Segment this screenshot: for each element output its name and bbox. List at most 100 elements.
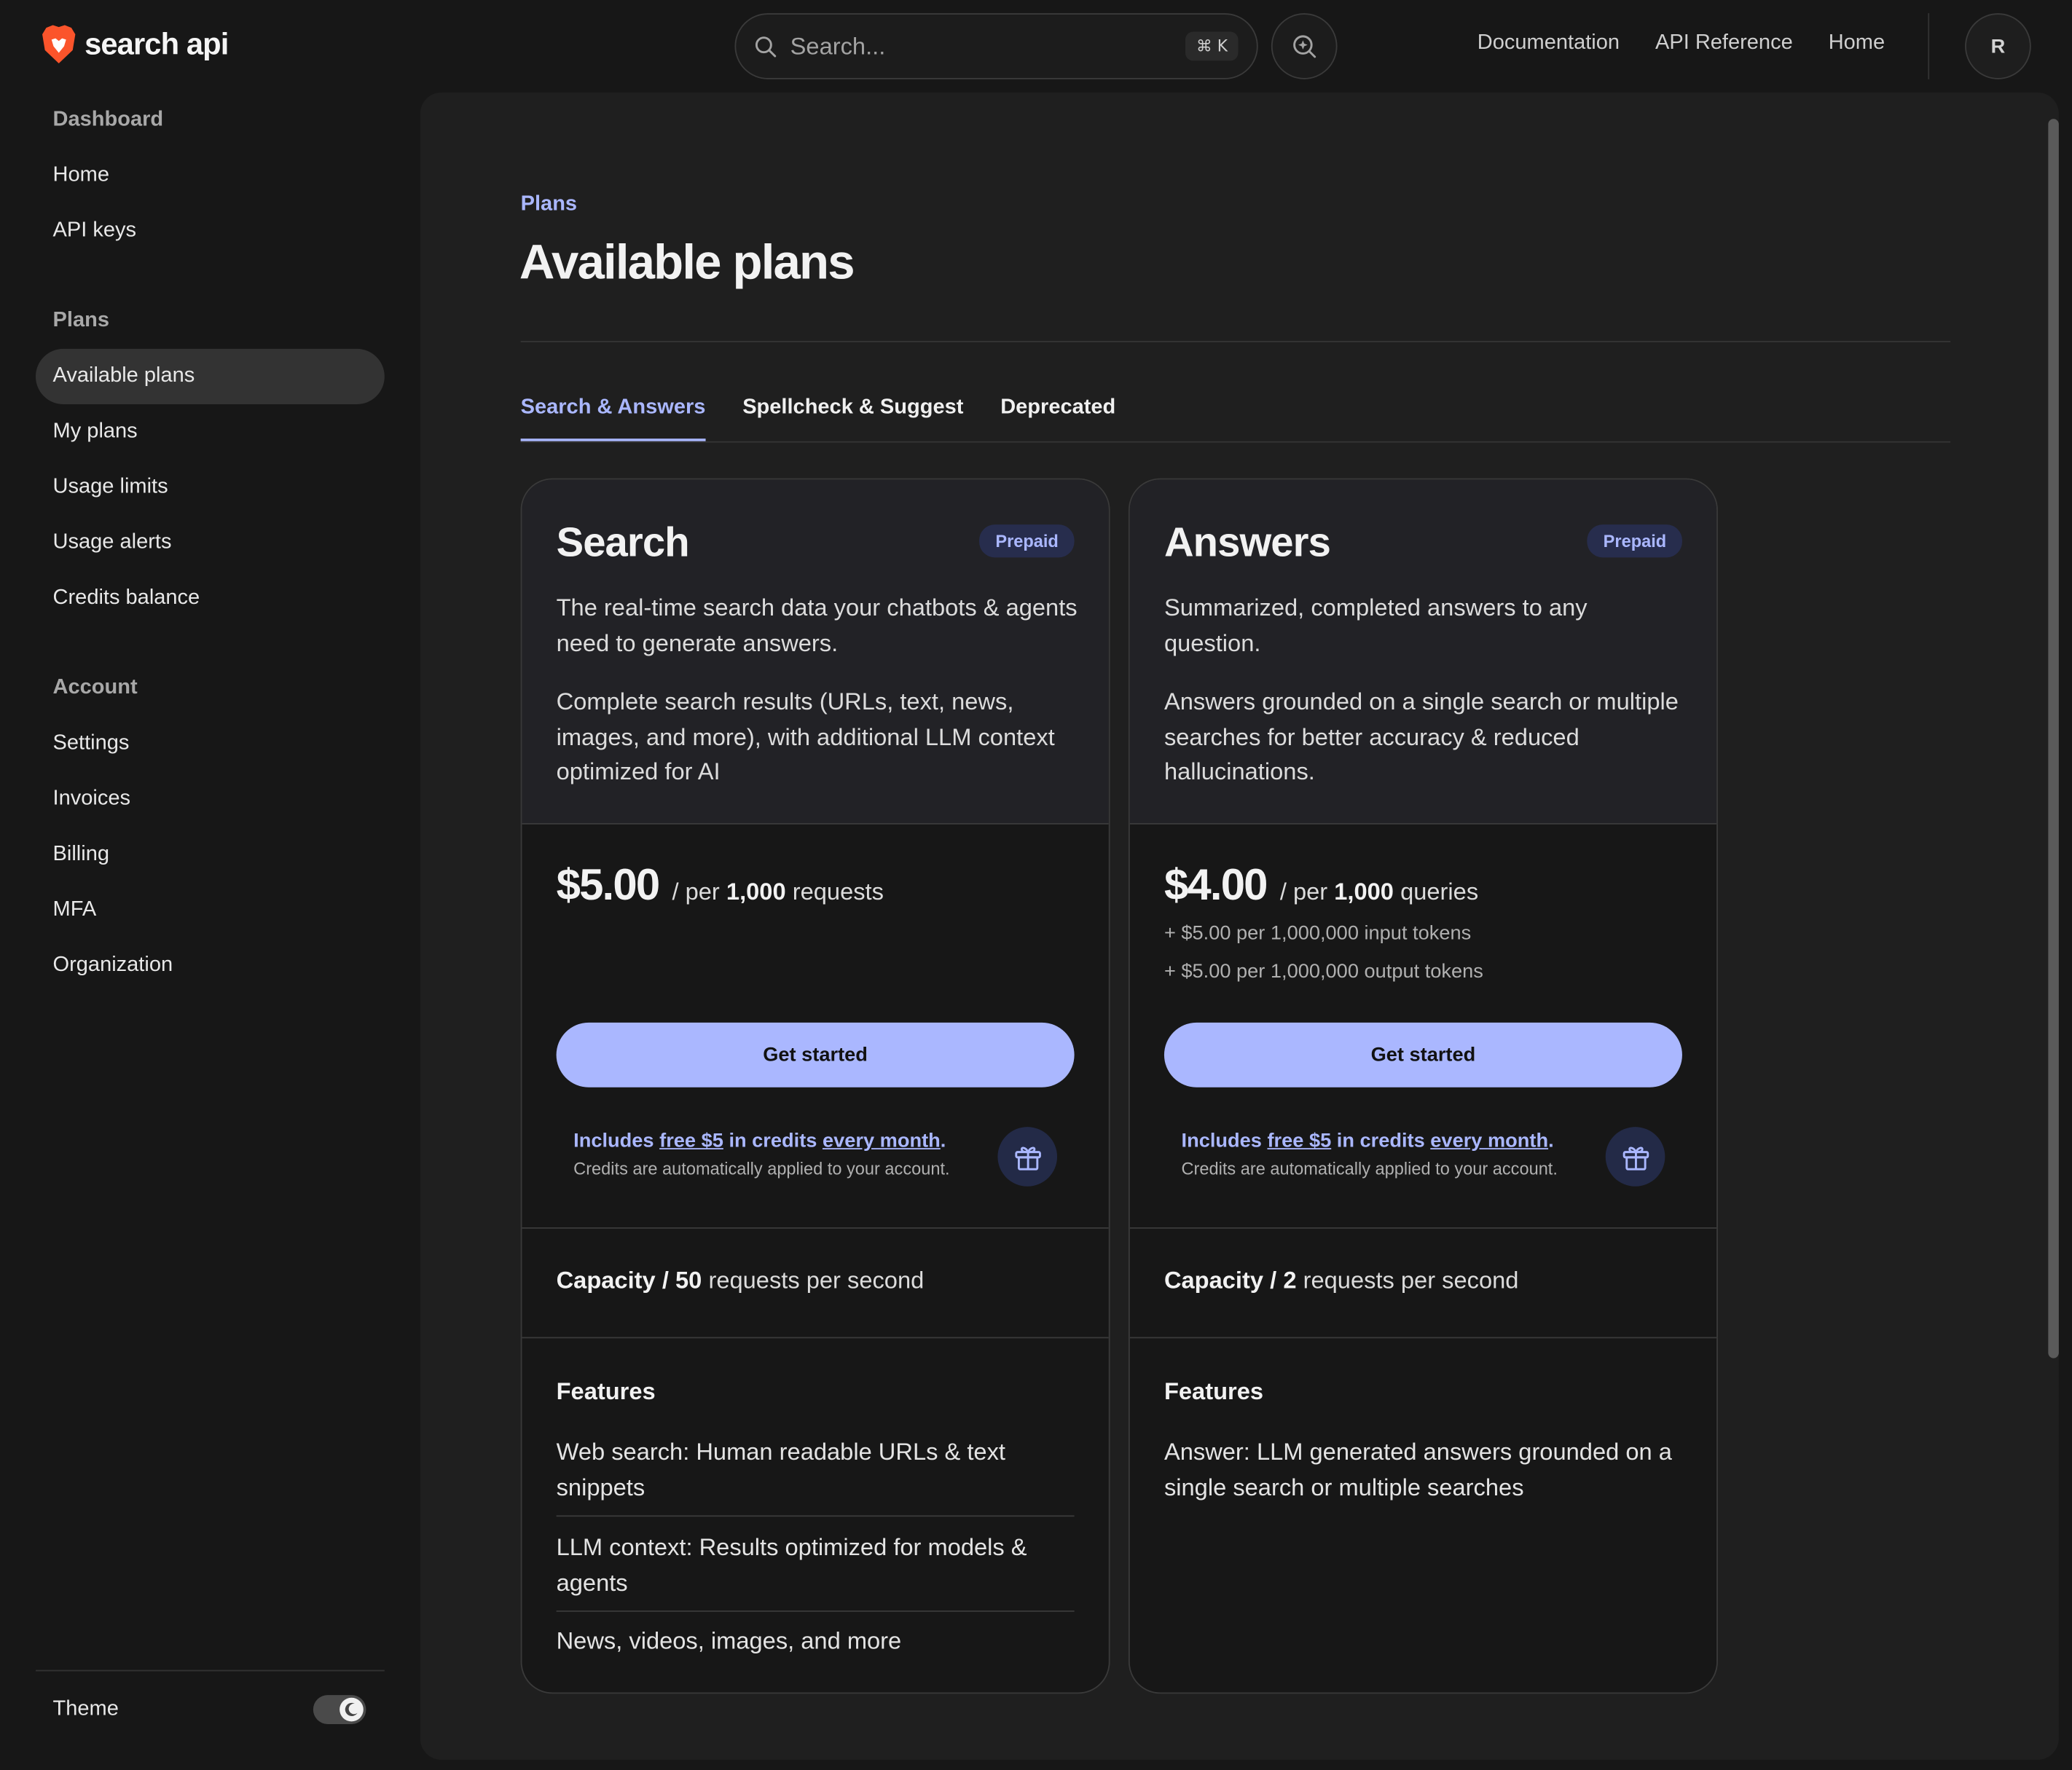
user-avatar[interactable]: R [1965,13,2031,79]
capacity-row: Capacity / 50 requests per second [556,1267,925,1294]
sidebar-section-plans: Plans [52,309,109,332]
credits-info: Includes free $5 in credits every month.… [573,1130,949,1179]
card-divider [522,1227,1109,1229]
features-title: Features [1163,1377,1264,1405]
every-month-link[interactable]: every month [1430,1130,1548,1152]
free-credits-link[interactable]: free $5 [1267,1130,1331,1152]
sidebar-section-account: Account [52,676,138,699]
sidebar-item-billing[interactable]: Billing [36,827,385,882]
plan-price: $4.00 [1163,860,1268,909]
feature-divider [556,1610,1075,1612]
plan-details: Answers grounded on a single search or m… [1163,688,1679,785]
price-unit-name: queries [1400,878,1479,905]
search-shortcut-badge: ⌘ K [1185,31,1239,61]
credits-info: Includes free $5 in credits every month.… [1182,1130,1558,1179]
price-unit-name: requests [792,878,884,905]
nav-api-reference-link[interactable]: API Reference [1655,32,1793,56]
capacity-value: 50 [675,1267,702,1294]
card-divider [1129,1227,1717,1229]
price-row: $5.00 / per 1,000 requests [557,860,884,910]
feature-divider [556,1515,1075,1517]
credits-in: in credits [729,1129,817,1152]
features-title: Features [556,1377,656,1405]
capacity-label: Capacity [1163,1267,1264,1294]
tab-search-answers[interactable]: Search & Answers [520,396,706,441]
plan-details: Complete search results (URLs, text, new… [556,688,1055,785]
capacity-unit: requests per second [708,1267,925,1294]
toggle-knob [340,1697,364,1722]
price-unit-count: 1,000 [1334,878,1394,905]
credits-includes: Includes [1181,1129,1262,1152]
brand-name: search api [85,26,229,61]
page-title: Available plans [519,235,855,290]
lion-logo-icon [42,25,76,64]
tab-deprecated[interactable]: Deprecated [1000,396,1115,441]
price-extra-input-tokens: + $5.00 per 1,000,000 input tokens [1163,922,1472,945]
capacity-label: Capacity [556,1267,656,1294]
plan-description: The real-time search data your chatbots … [556,594,1078,656]
price-row: $4.00 / per 1,000 queries [1164,860,1478,910]
plan-price: $5.00 [556,860,661,909]
price-unit: / per 1,000 requests [672,878,883,906]
plan-name: Search [556,519,690,566]
prepaid-badge: Prepaid [979,524,1075,558]
search-placeholder: Search... [790,32,886,59]
plan-card-answers: Answers Prepaid Summarized, completed an… [1128,478,1718,1694]
credits-in: in credits [1336,1129,1425,1152]
nav-home-link[interactable]: Home [1829,32,1885,56]
feature-item: News, videos, images, and more [556,1627,902,1654]
sidebar-item-home[interactable]: Home [36,148,385,203]
get-started-button[interactable]: Get started [1163,1022,1682,1087]
capacity-row: Capacity / 2 requests per second [1163,1267,1519,1294]
brand-logo[interactable]: search api [41,24,229,65]
feature-item: Answer: LLM generated answers grounded o… [1163,1439,1672,1500]
credits-note: Credits are automatically applied to you… [573,1158,950,1179]
sidebar-section-dashboard: Dashboard [52,108,164,131]
sidebar-item-mfa[interactable]: MFA [36,883,385,938]
gift-icon [1014,1146,1040,1170]
plan-card-search: Search Prepaid The real-time search data… [520,478,1110,1694]
plan-tabs: Search & Answers Spellcheck & Suggest De… [520,396,1115,441]
breadcrumb[interactable]: Plans [521,193,577,217]
credits-headline: Includes free $5 in credits every month. [573,1129,946,1152]
sidebar-item-organization[interactable]: Organization [36,938,385,994]
sidebar-item-invoices[interactable]: Invoices [36,771,385,827]
gift-icon [1622,1146,1649,1170]
card-divider [1129,1337,1717,1339]
every-month-link[interactable]: every month [823,1130,941,1152]
price-extra-output-tokens: + $5.00 per 1,000,000 output tokens [1163,960,1483,983]
ai-assistant-button[interactable] [1271,13,1338,79]
nav-documentation-link[interactable]: Documentation [1478,32,1620,56]
free-credits-link[interactable]: free $5 [659,1130,723,1152]
sidebar-item-settings[interactable]: Settings [36,716,385,771]
capacity-value: 2 [1283,1267,1297,1294]
theme-label: Theme [52,1697,119,1720]
sidebar-item-usage-alerts[interactable]: Usage alerts [36,515,385,570]
price-per: / per [1279,878,1328,905]
plan-description: Summarized, completed answers to any que… [1163,594,1588,656]
sidebar-item-usage-limits[interactable]: Usage limits [36,460,385,515]
sidebar-item-available-plans[interactable]: Available plans [35,348,385,405]
app-window: search api Search... ⌘ K Documentation A… [0,0,2072,1770]
prepaid-badge: Prepaid [1587,524,1682,558]
theme-toggle[interactable] [313,1695,366,1724]
main-scrollbar[interactable] [2048,119,2059,1358]
gift-badge [997,1127,1058,1187]
search-icon [755,36,777,57]
header-divider [1928,13,1930,79]
search-input[interactable]: Search... ⌘ K [734,13,1258,79]
credits-note: Credits are automatically applied to you… [1181,1158,1558,1179]
gift-badge [1605,1127,1665,1187]
tab-spellcheck-suggest[interactable]: Spellcheck & Suggest [742,396,963,441]
moon-icon [345,1702,358,1716]
sidebar-item-my-plans[interactable]: My plans [36,404,385,460]
title-divider [520,340,1951,342]
sidebar-divider [35,1669,385,1672]
credits-headline: Includes free $5 in credits every month. [1181,1129,1554,1152]
top-nav: Documentation API Reference Home [1478,32,1885,56]
get-started-button[interactable]: Get started [556,1022,1075,1087]
sidebar-item-credits-balance[interactable]: Credits balance [36,571,385,626]
theme-row: Theme [52,1695,366,1724]
sidebar-item-api-keys[interactable]: API keys [36,203,385,259]
price-per: / per [672,878,720,905]
